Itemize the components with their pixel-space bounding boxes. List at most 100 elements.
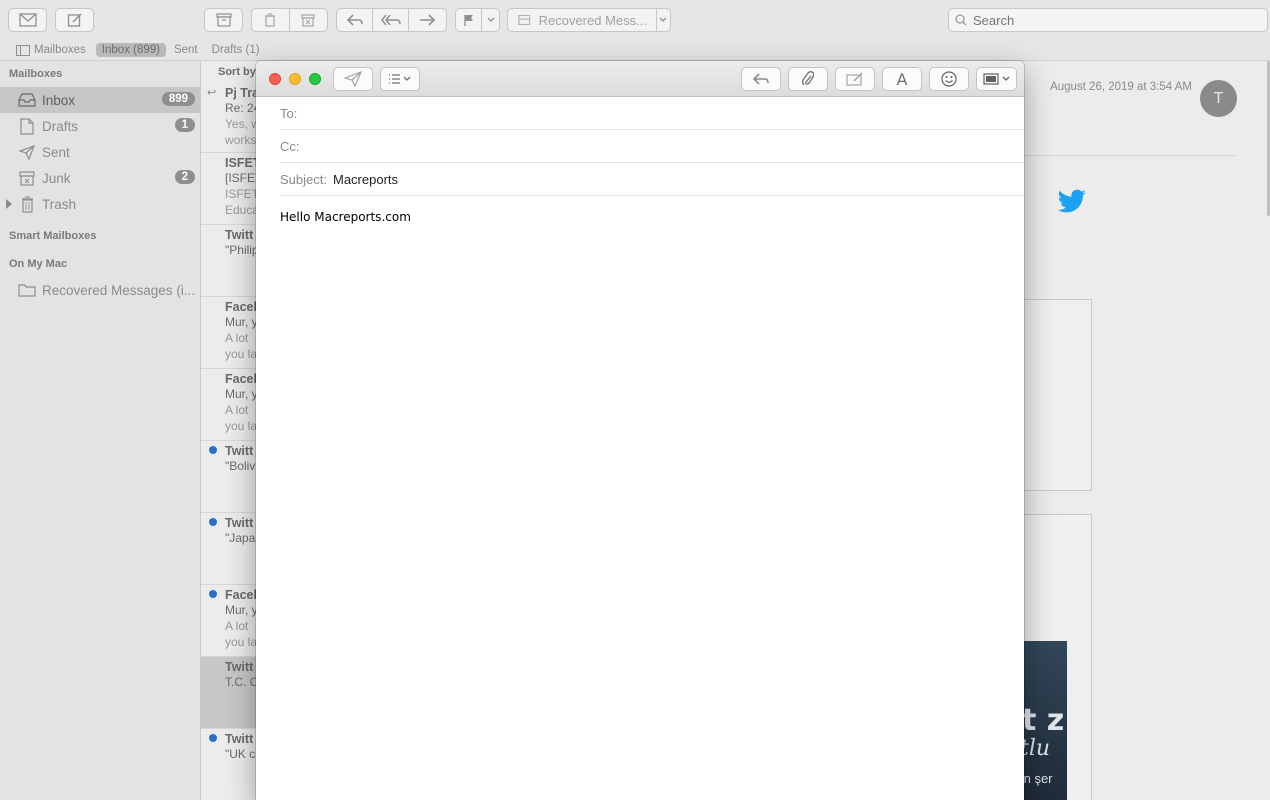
sidebar-item-label: Recovered Messages (i... (42, 282, 196, 298)
forward-button[interactable] (409, 9, 445, 31)
replied-icon: ↩ (207, 87, 217, 99)
close-window-button[interactable] (269, 73, 281, 85)
avatar: T (1200, 80, 1237, 117)
photo-browser-icon (982, 73, 1009, 85)
to-field[interactable]: To: (280, 97, 1024, 130)
reply-icon (346, 14, 363, 26)
emoji-button[interactable] (929, 67, 969, 91)
list-icon (389, 74, 411, 84)
smiley-icon (941, 71, 957, 87)
forward-icon (420, 14, 435, 26)
get-mail-button[interactable] (8, 8, 47, 32)
sidebar-item-sent[interactable]: Sent (0, 139, 200, 165)
junk-box-icon (18, 169, 36, 187)
subject-field[interactable]: Subject: Macreports (280, 163, 1024, 196)
photo-text: t z (1024, 703, 1065, 738)
reply-group (336, 8, 447, 32)
flag-group (455, 8, 500, 32)
list-item[interactable]: ISFET [ISFET ISFET Educa (201, 153, 261, 225)
junk-button[interactable] (290, 9, 328, 31)
favorite-sent[interactable]: Sent (168, 43, 204, 57)
sidebar-item-recovered-messages[interactable]: Recovered Messages (i... (0, 277, 200, 303)
favorite-inbox[interactable]: Inbox (899) (95, 43, 166, 57)
cc-label: Cc: (280, 138, 300, 154)
unread-count-badge: 899 (161, 92, 195, 106)
archive-icon (215, 13, 232, 27)
trash-icon (18, 195, 36, 213)
attach-button[interactable] (788, 67, 828, 91)
search-field[interactable] (948, 8, 1268, 32)
unread-indicator (209, 734, 217, 742)
sidebar-item-trash[interactable]: Trash (0, 191, 200, 217)
on-my-mac-heading[interactable]: On My Mac (0, 251, 200, 277)
list-item[interactable]: Twitt "Japa (201, 513, 261, 585)
sidebar-item-label: Drafts (42, 118, 79, 134)
inbox-icon (18, 91, 36, 109)
photo-browser-button[interactable] (976, 67, 1017, 91)
flag-button[interactable] (456, 9, 482, 31)
photo-text: ın şer (1024, 771, 1053, 786)
search-input[interactable] (973, 12, 1253, 28)
sidebar-item-inbox[interactable]: Inbox 899 (0, 87, 200, 113)
header-divider (1024, 155, 1236, 156)
archive-button[interactable] (204, 8, 243, 32)
search-icon (955, 14, 967, 26)
list-item[interactable]: Faceb Mur, y A lot you la (201, 369, 261, 441)
paper-plane-icon (344, 71, 362, 87)
zoom-window-button[interactable] (309, 73, 321, 85)
favorites-bar: Mailboxes Inbox (899) Sent Drafts (1) (0, 40, 1270, 61)
compose-button[interactable] (55, 8, 94, 32)
list-item[interactable]: Twitt "UK c (201, 729, 261, 800)
message-body-text[interactable]: Hello Macreports.com (280, 210, 411, 224)
message-body-editor[interactable]: Hello Macreports.com (256, 196, 1024, 238)
favorite-drafts[interactable]: Drafts (1) (206, 43, 266, 57)
to-label: To: (280, 105, 298, 121)
send-button[interactable] (333, 67, 373, 91)
chevron-down-icon (487, 17, 494, 22)
reply-icon (753, 73, 769, 85)
list-item[interactable]: Twitt T.C. C (201, 657, 261, 729)
minimize-window-button[interactable] (289, 73, 301, 85)
list-item[interactable]: Faceb Mur, y A lot you la (201, 297, 261, 369)
list-item[interactable]: Twitt "Boliv (201, 441, 261, 513)
subject-label: Subject: (280, 171, 327, 187)
compose-window: A To: Cc: Subject: Macreports Hello Macr… (256, 61, 1024, 800)
list-item[interactable]: Faceb Mur, y A lot you la (201, 585, 261, 657)
sidebar-item-label: Inbox (42, 92, 76, 108)
delete-button[interactable] (252, 9, 290, 31)
reply-button[interactable] (741, 67, 781, 91)
cc-field[interactable]: Cc: (280, 130, 1024, 163)
header-fields-button[interactable] (380, 67, 420, 91)
delete-junk-group (251, 8, 328, 32)
junk-count-badge: 2 (174, 170, 195, 184)
reply-all-button[interactable] (373, 9, 409, 31)
list-item[interactable]: Twitt "Philip (201, 225, 261, 297)
format-button[interactable]: A (882, 67, 922, 91)
smart-mailboxes-heading[interactable]: Smart Mailboxes (0, 223, 200, 249)
unread-indicator (209, 446, 217, 454)
font-icon: A (896, 69, 908, 89)
sidebar-item-junk[interactable]: Junk 2 (0, 165, 200, 191)
mailboxes-heading: Mailboxes (9, 68, 63, 80)
main-toolbar: Recovered Mess... (0, 0, 1270, 40)
favorite-mailboxes[interactable]: Mailboxes (10, 43, 92, 57)
paper-plane-icon (18, 143, 36, 161)
markup-button[interactable] (835, 67, 875, 91)
move-to-mailbox-button[interactable]: Recovered Mess... (507, 8, 671, 32)
list-item[interactable]: ↩ Pj Tra Re: 24 Yes, w works (201, 83, 261, 153)
junk-icon (301, 14, 315, 27)
flag-icon (463, 15, 473, 26)
reply-button[interactable] (337, 9, 373, 31)
drafts-count-badge: 1 (174, 118, 195, 132)
flag-menu-button[interactable] (482, 9, 499, 31)
disclosure-triangle-icon[interactable] (6, 199, 12, 209)
photo-text: tlu (1024, 736, 1051, 761)
unread-indicator (209, 590, 217, 598)
sort-by-button[interactable]: Sort by (201, 61, 261, 83)
subject-input[interactable]: Macreports (333, 172, 398, 187)
sidebar-item-drafts[interactable]: Drafts 1 (0, 113, 200, 139)
reply-all-icon (380, 14, 401, 26)
trash-icon (265, 13, 276, 27)
favorite-drafts-label: Drafts (1) (211, 44, 260, 56)
move-mailbox-label: Recovered Mess... (538, 12, 647, 28)
